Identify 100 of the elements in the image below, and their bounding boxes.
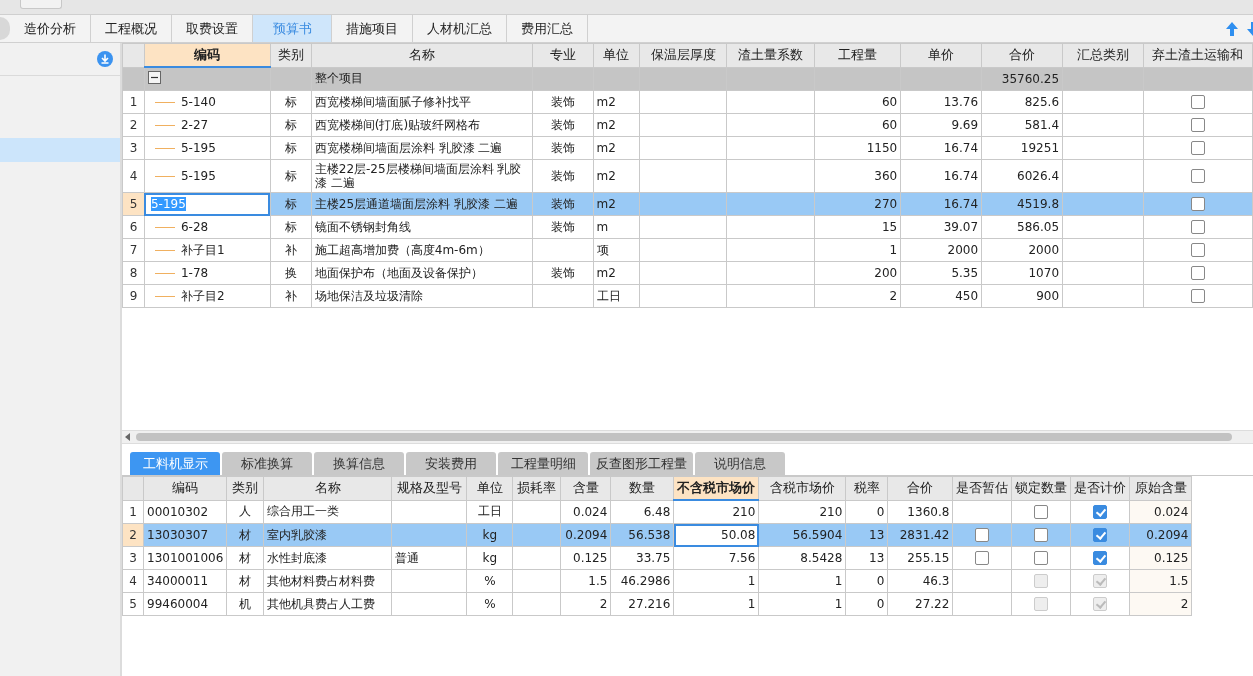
table-cell: 装饰 bbox=[550, 94, 575, 109]
tab[interactable]: 换算信息 bbox=[314, 452, 404, 475]
table-cell: 施工超高增加费（高度4m-6m） bbox=[314, 242, 490, 257]
table-cell: m2 bbox=[596, 95, 616, 109]
item-code[interactable]: 1-78 bbox=[180, 266, 209, 280]
tab[interactable]: 标准换算 bbox=[222, 452, 312, 475]
scrollbar-thumb[interactable] bbox=[136, 433, 1232, 441]
collapse-icon[interactable] bbox=[147, 71, 161, 84]
table-cell: 7.56 bbox=[728, 551, 756, 565]
move-up-icon[interactable] bbox=[1225, 20, 1239, 37]
column-header[interactable]: 汇总类别 bbox=[1062, 43, 1144, 67]
column-header[interactable]: 工程量 bbox=[814, 43, 901, 67]
column-header[interactable]: 不含税市场价 bbox=[673, 476, 759, 500]
row-number: 2 bbox=[122, 113, 145, 137]
column-header[interactable]: 编码 bbox=[144, 43, 271, 67]
column-header[interactable]: 含量 bbox=[560, 476, 611, 500]
column-header[interactable]: 单位 bbox=[593, 43, 640, 67]
column-header[interactable]: 数量 bbox=[610, 476, 674, 500]
tab[interactable]: 措施项目 bbox=[332, 15, 413, 42]
tab[interactable]: 工程量明细 bbox=[498, 452, 588, 475]
column-header[interactable]: 名称 bbox=[311, 43, 533, 67]
item-code[interactable]: 2-27 bbox=[180, 118, 209, 132]
table-cell: 13 bbox=[869, 551, 885, 565]
table-cell: 工日 bbox=[477, 504, 502, 519]
checkbox[interactable] bbox=[1034, 528, 1049, 543]
table-cell: 主楼22层-25层楼梯间墙面层涂料 乳胶漆 二遍 bbox=[314, 162, 522, 190]
column-header[interactable]: 合价 bbox=[887, 476, 953, 500]
move-down-icon[interactable] bbox=[1245, 20, 1253, 37]
table-cell: 补 bbox=[284, 288, 297, 303]
tab[interactable]: 说明信息 bbox=[695, 452, 785, 475]
table-cell: 0.024 bbox=[573, 504, 608, 519]
column-header[interactable]: 合价 bbox=[981, 43, 1063, 67]
item-code[interactable]: 5-195 bbox=[180, 169, 216, 183]
column-header[interactable]: 名称 bbox=[263, 476, 392, 500]
tab[interactable]: 人材机汇总 bbox=[413, 15, 507, 42]
checkbox[interactable] bbox=[1190, 289, 1205, 304]
column-header[interactable]: 锁定数量 bbox=[1011, 476, 1071, 500]
tab[interactable]: 安装费用 bbox=[406, 452, 496, 475]
table-cell: 1301001006 bbox=[147, 551, 224, 565]
column-header[interactable]: 类别 bbox=[270, 43, 312, 67]
item-code[interactable]: 6-28 bbox=[180, 220, 209, 234]
column-header[interactable]: 含税市场价 bbox=[758, 476, 846, 500]
column-header[interactable]: 专业 bbox=[532, 43, 594, 67]
tree-line bbox=[154, 148, 175, 149]
table-cell: 581.4 bbox=[1024, 118, 1060, 132]
table-cell: 360 bbox=[874, 169, 898, 183]
table-cell: 56.5904 bbox=[792, 528, 843, 542]
checkbox[interactable] bbox=[1093, 505, 1108, 519]
table-cell: 地面保护布（地面及设备保护） bbox=[314, 265, 483, 280]
table-cell: 1150 bbox=[866, 141, 898, 155]
table-cell: 0.024 bbox=[1154, 504, 1189, 519]
checkbox[interactable] bbox=[1190, 118, 1205, 133]
tab[interactable]: 反查图形工程量 bbox=[590, 452, 693, 475]
table-cell: 0.125 bbox=[1154, 551, 1189, 565]
column-header[interactable]: 单位 bbox=[466, 476, 513, 500]
table-cell: 50.08 bbox=[721, 528, 756, 542]
table-cell: 46.2986 bbox=[620, 574, 671, 588]
checkbox[interactable] bbox=[1190, 141, 1205, 156]
tab[interactable]: 造价分析 bbox=[10, 15, 91, 42]
item-code[interactable]: 5-140 bbox=[180, 95, 216, 109]
item-code[interactable]: 5-195 bbox=[180, 141, 216, 155]
checkbox[interactable] bbox=[1190, 169, 1205, 184]
tree-line bbox=[154, 227, 175, 228]
table-cell: 60 bbox=[881, 118, 898, 132]
table-cell: 39.07 bbox=[943, 220, 979, 234]
column-header[interactable]: 保温层厚度 bbox=[639, 43, 727, 67]
column-header[interactable]: 类别 bbox=[226, 476, 264, 500]
column-header[interactable]: 编码 bbox=[143, 476, 227, 500]
scroll-left-icon[interactable] bbox=[125, 433, 130, 441]
column-header[interactable]: 渣土量系数 bbox=[726, 43, 815, 67]
checkbox[interactable] bbox=[1093, 551, 1108, 566]
table-cell: 场地保洁及垃圾清除 bbox=[314, 288, 423, 303]
checkbox[interactable] bbox=[1190, 220, 1205, 235]
table-cell: 825.6 bbox=[1024, 95, 1060, 109]
checkbox[interactable] bbox=[1093, 528, 1108, 543]
column-header[interactable]: 原始含量 bbox=[1129, 476, 1192, 500]
download-icon[interactable] bbox=[97, 51, 113, 67]
table-cell: 99460004 bbox=[147, 597, 209, 611]
checkbox[interactable] bbox=[1190, 243, 1205, 258]
tab[interactable]: 费用汇总 bbox=[507, 15, 588, 42]
checkbox[interactable] bbox=[1034, 505, 1049, 519]
column-header[interactable]: 弃土渣土运输和 bbox=[1143, 43, 1253, 67]
checkbox[interactable] bbox=[1190, 197, 1205, 212]
checkbox[interactable] bbox=[1034, 551, 1049, 566]
checkbox[interactable] bbox=[975, 551, 990, 566]
table-cell: 34000011 bbox=[147, 574, 209, 588]
checkbox[interactable] bbox=[975, 528, 990, 543]
checkbox[interactable] bbox=[1190, 266, 1205, 281]
column-header[interactable]: 规格及型号 bbox=[391, 476, 467, 500]
column-header[interactable]: 单价 bbox=[900, 43, 982, 67]
tab[interactable]: 工程概况 bbox=[91, 15, 172, 42]
table-cell: 33.75 bbox=[636, 551, 671, 565]
row-number: 5 bbox=[122, 192, 145, 216]
column-header[interactable]: 税率 bbox=[845, 476, 888, 500]
column-header[interactable]: 是否暂估 bbox=[952, 476, 1012, 500]
table-cell: 综合用工一类 bbox=[267, 504, 340, 519]
checkbox[interactable] bbox=[1190, 95, 1205, 110]
column-header[interactable]: 是否计价 bbox=[1070, 476, 1130, 500]
column-header[interactable]: 损耗率 bbox=[512, 476, 561, 500]
table-cell: 16.74 bbox=[943, 197, 979, 211]
